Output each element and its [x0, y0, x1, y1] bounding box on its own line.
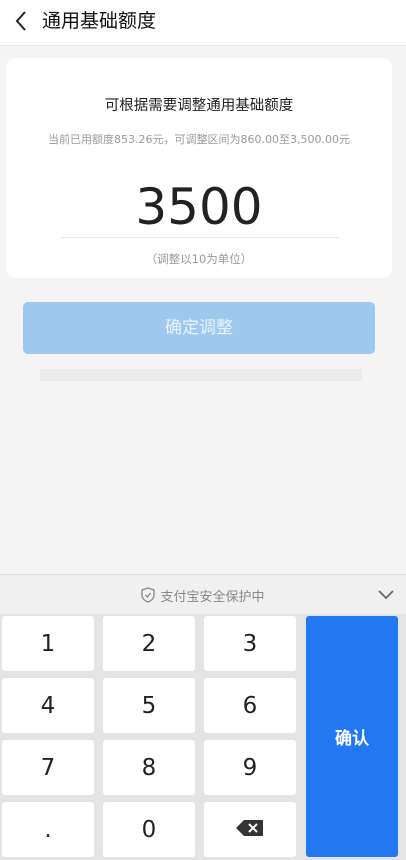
top-bar: 通用基础额度 [0, 0, 406, 46]
key-2[interactable]: 2 [103, 616, 195, 671]
keyboard-confirm-button[interactable]: 确认 [306, 616, 398, 857]
shield-icon [141, 587, 156, 603]
key-5[interactable]: 5 [103, 678, 195, 733]
key-3[interactable]: 3 [204, 616, 296, 671]
amount-input[interactable]: 3500 [6, 176, 392, 238]
backspace-key[interactable] [204, 802, 296, 857]
key-9[interactable]: 9 [204, 740, 296, 795]
backspace-icon [235, 817, 265, 843]
key-7[interactable]: 7 [2, 740, 94, 795]
key-0[interactable]: 0 [103, 802, 195, 857]
quota-card: 可根据需要调整通用基础额度 当前已用额度853.26元，可调整区间为860.00… [6, 58, 392, 278]
key-dot[interactable]: . [2, 802, 94, 857]
numeric-keypad: 1 2 3 4 5 6 7 8 9 . 0 确认 [0, 614, 406, 860]
amount-underline [61, 237, 339, 238]
adjust-hint: （调整以10为单位） [145, 252, 253, 266]
confirm-adjust-button[interactable]: 确定调整 [23, 302, 375, 354]
secure-label-text: 支付宝安全保护中 [160, 589, 265, 605]
key-8[interactable]: 8 [103, 740, 195, 795]
card-title: 可根据需要调整通用基础额度 [104, 98, 294, 114]
quota-range-text: 当前已用额度853.26元，可调整区间为860.00至3,500.00元 [48, 133, 350, 146]
key-4[interactable]: 4 [2, 678, 94, 733]
back-icon[interactable] [8, 8, 34, 34]
keyboard-header: 支付宝安全保护中 [0, 574, 406, 614]
key-1[interactable]: 1 [2, 616, 94, 671]
page-title: 通用基础额度 [42, 10, 157, 32]
placeholder-bar [40, 369, 362, 381]
secure-label: 支付宝安全保护中 [0, 575, 406, 615]
key-6[interactable]: 6 [204, 678, 296, 733]
chevron-down-icon[interactable] [376, 586, 396, 604]
